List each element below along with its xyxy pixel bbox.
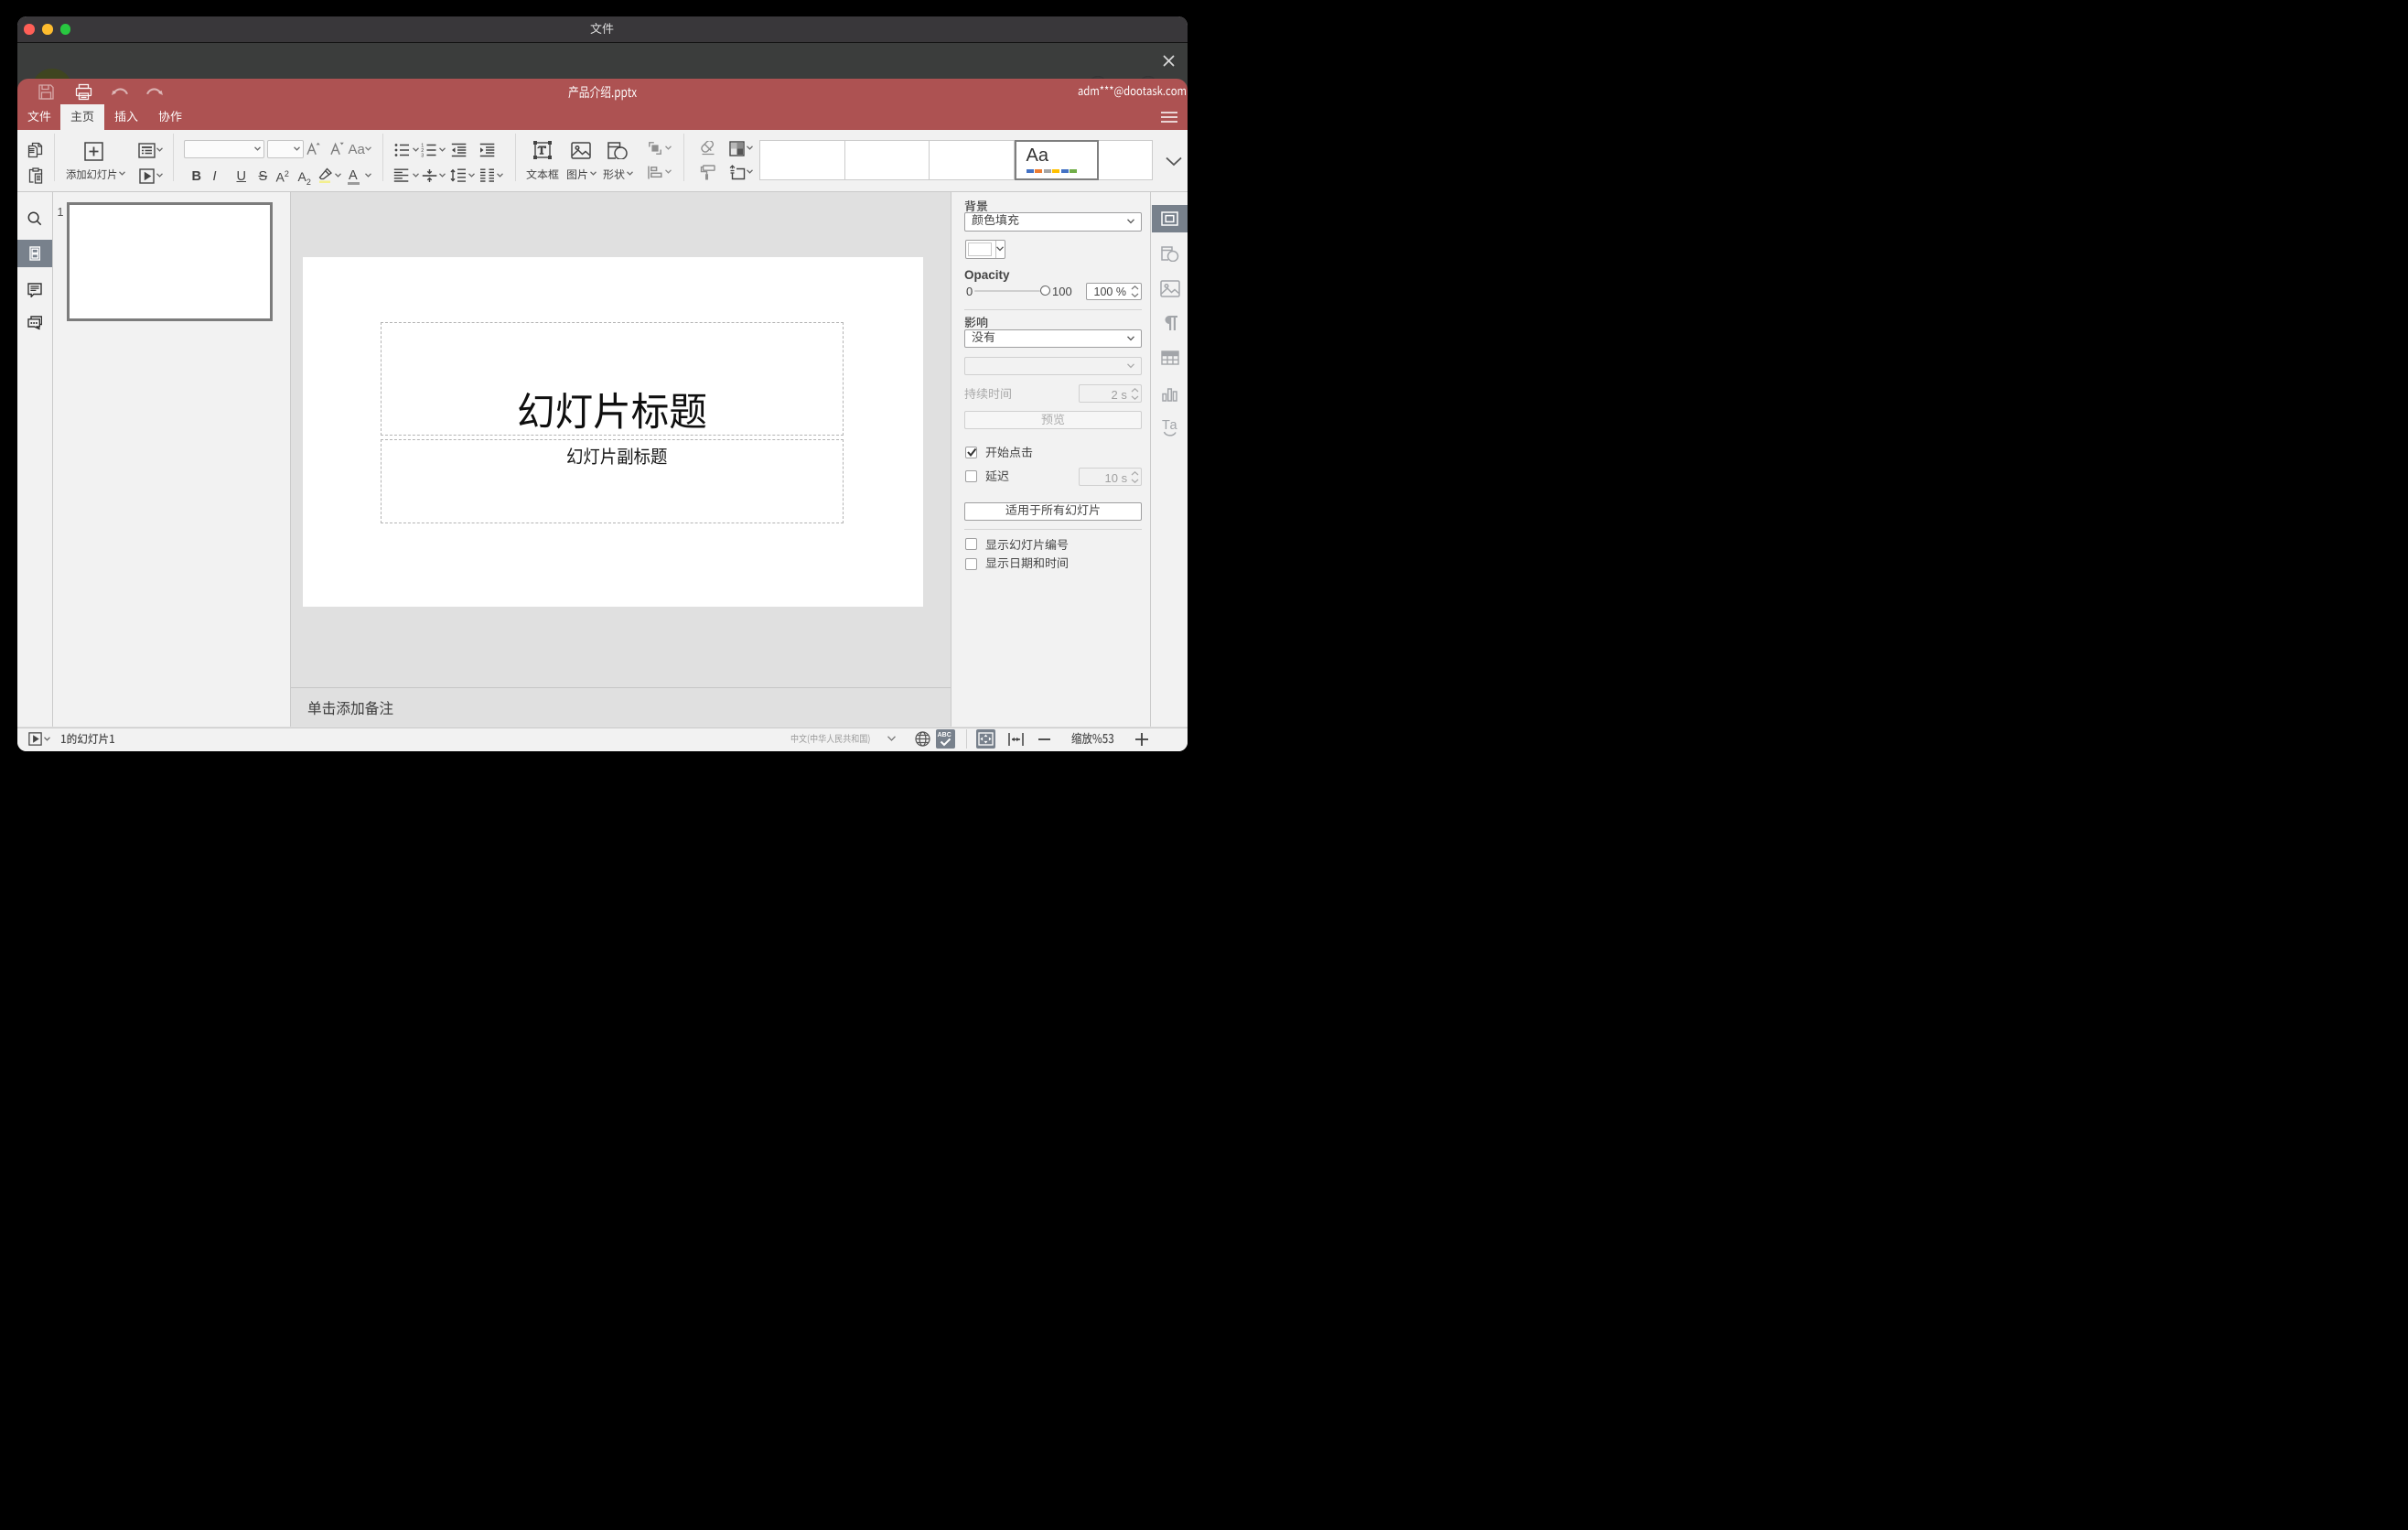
svg-text:ABC: ABC — [937, 732, 951, 738]
svg-text:3: 3 — [421, 154, 424, 157]
svg-text:a: a — [1169, 418, 1177, 433]
